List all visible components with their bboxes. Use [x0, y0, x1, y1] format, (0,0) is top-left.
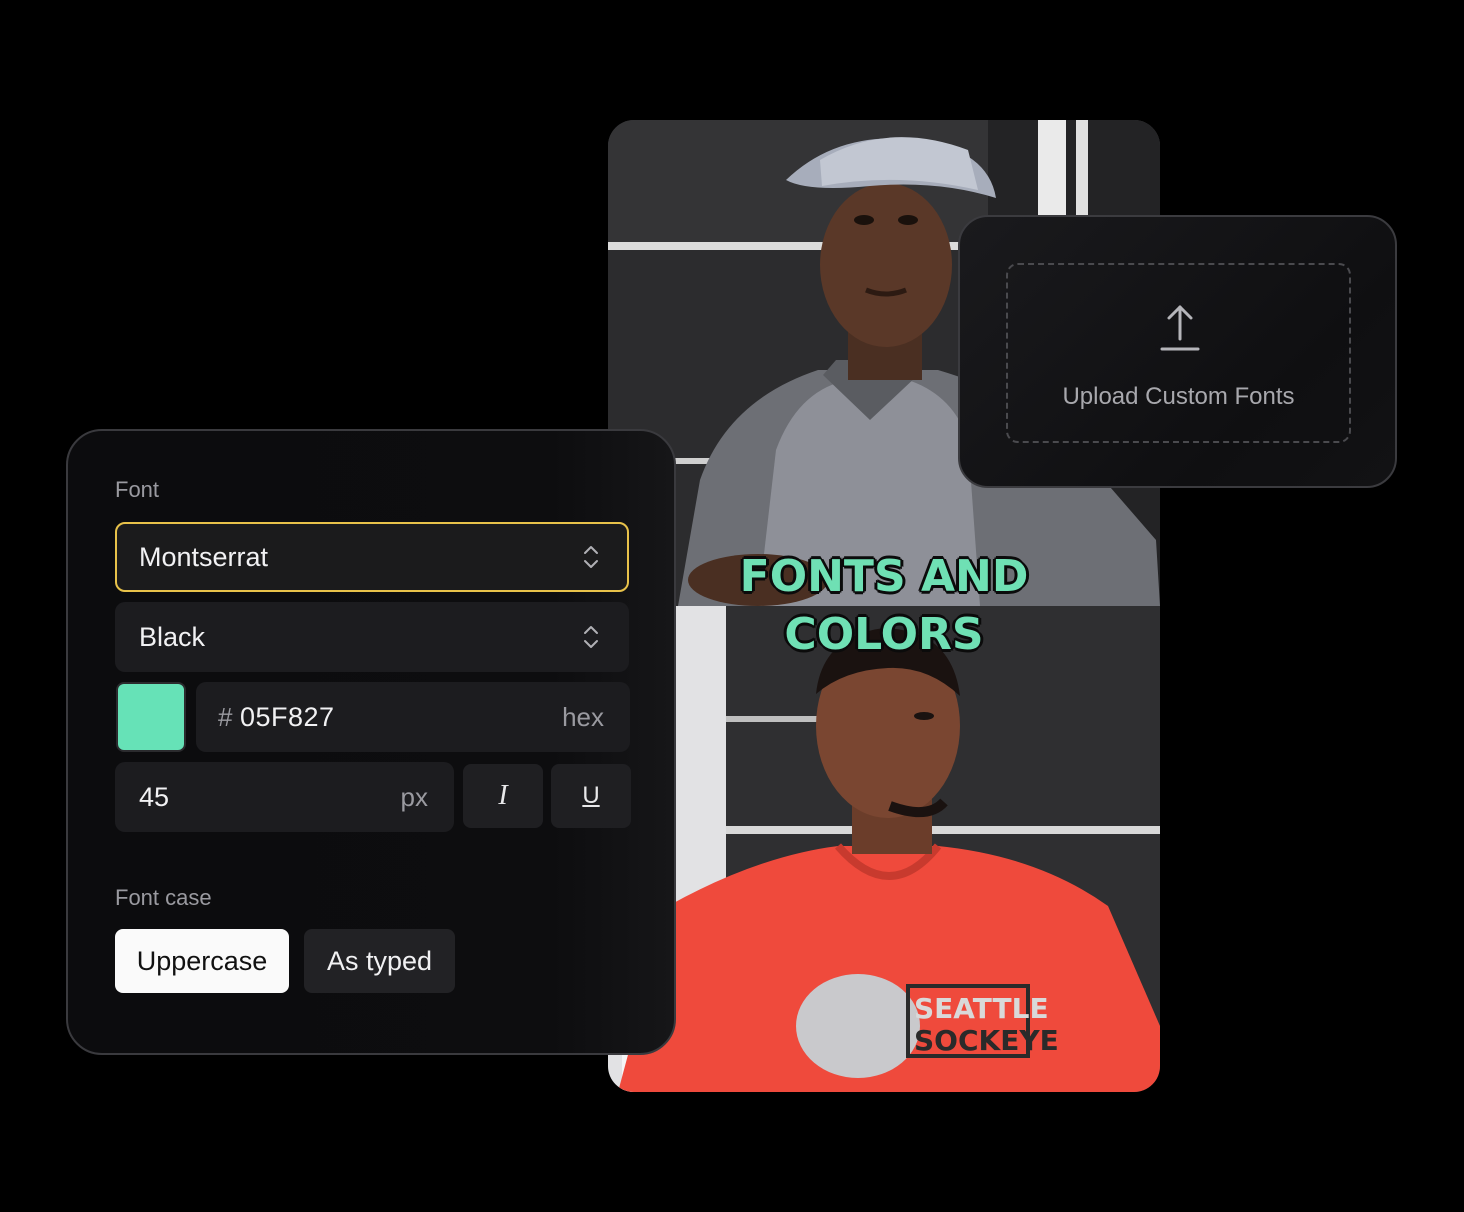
italic-button[interactable]: I — [463, 764, 543, 828]
chevron-up-down-icon — [584, 626, 598, 648]
font-size-unit: px — [400, 782, 428, 812]
hex-color-input[interactable]: # 05F827 hex — [196, 682, 630, 752]
upload-fonts-panel: Upload Custom Fonts — [958, 215, 1397, 488]
font-settings-panel: Font Montserrat Black # 05F827 hex 45 px — [66, 429, 676, 1055]
underline-button[interactable]: U — [551, 764, 631, 828]
svg-text:SOCKEYE: SOCKEYE — [914, 1024, 1059, 1057]
font-family-select[interactable]: Montserrat — [115, 522, 629, 592]
font-case-label: Font case — [115, 885, 212, 910]
upload-label: Upload Custom Fonts — [1062, 383, 1295, 410]
color-swatch[interactable] — [116, 682, 186, 752]
chevron-up-down-icon — [584, 546, 598, 568]
as-typed-button[interactable]: As typed — [304, 929, 455, 993]
font-size-value: 45 — [139, 782, 170, 812]
font-family-value: Montserrat — [139, 542, 269, 572]
upload-dropzone[interactable]: Upload Custom Fonts — [1006, 263, 1351, 443]
font-size-input[interactable]: 45 px — [115, 762, 454, 832]
shirt-logo-text: SEATTLE — [914, 992, 1049, 1025]
caption-line-1: FONTS AND — [738, 550, 1030, 604]
hex-unit-label: hex — [562, 702, 604, 732]
uppercase-button[interactable]: Uppercase — [115, 929, 289, 993]
caption-line-2: COLORS — [783, 608, 985, 662]
video-frame-bottom: SEATTLE SOCKEYE — [608, 606, 1160, 1092]
upload-arrow-icon — [1160, 305, 1200, 351]
font-weight-value: Black — [139, 622, 206, 652]
video-caption[interactable]: FONTS AND COLORS — [608, 548, 1160, 664]
font-weight-select[interactable]: Black — [115, 602, 629, 672]
speaker-two-illustration: SEATTLE SOCKEYE — [608, 606, 1160, 1092]
hex-value: 05F827 — [240, 702, 335, 732]
hex-prefix: # — [218, 702, 233, 732]
canvas: SEATTLE SOCKEYE FONTS AND COLORS Upload … — [0, 0, 1464, 1212]
font-section-label: Font — [115, 477, 160, 502]
